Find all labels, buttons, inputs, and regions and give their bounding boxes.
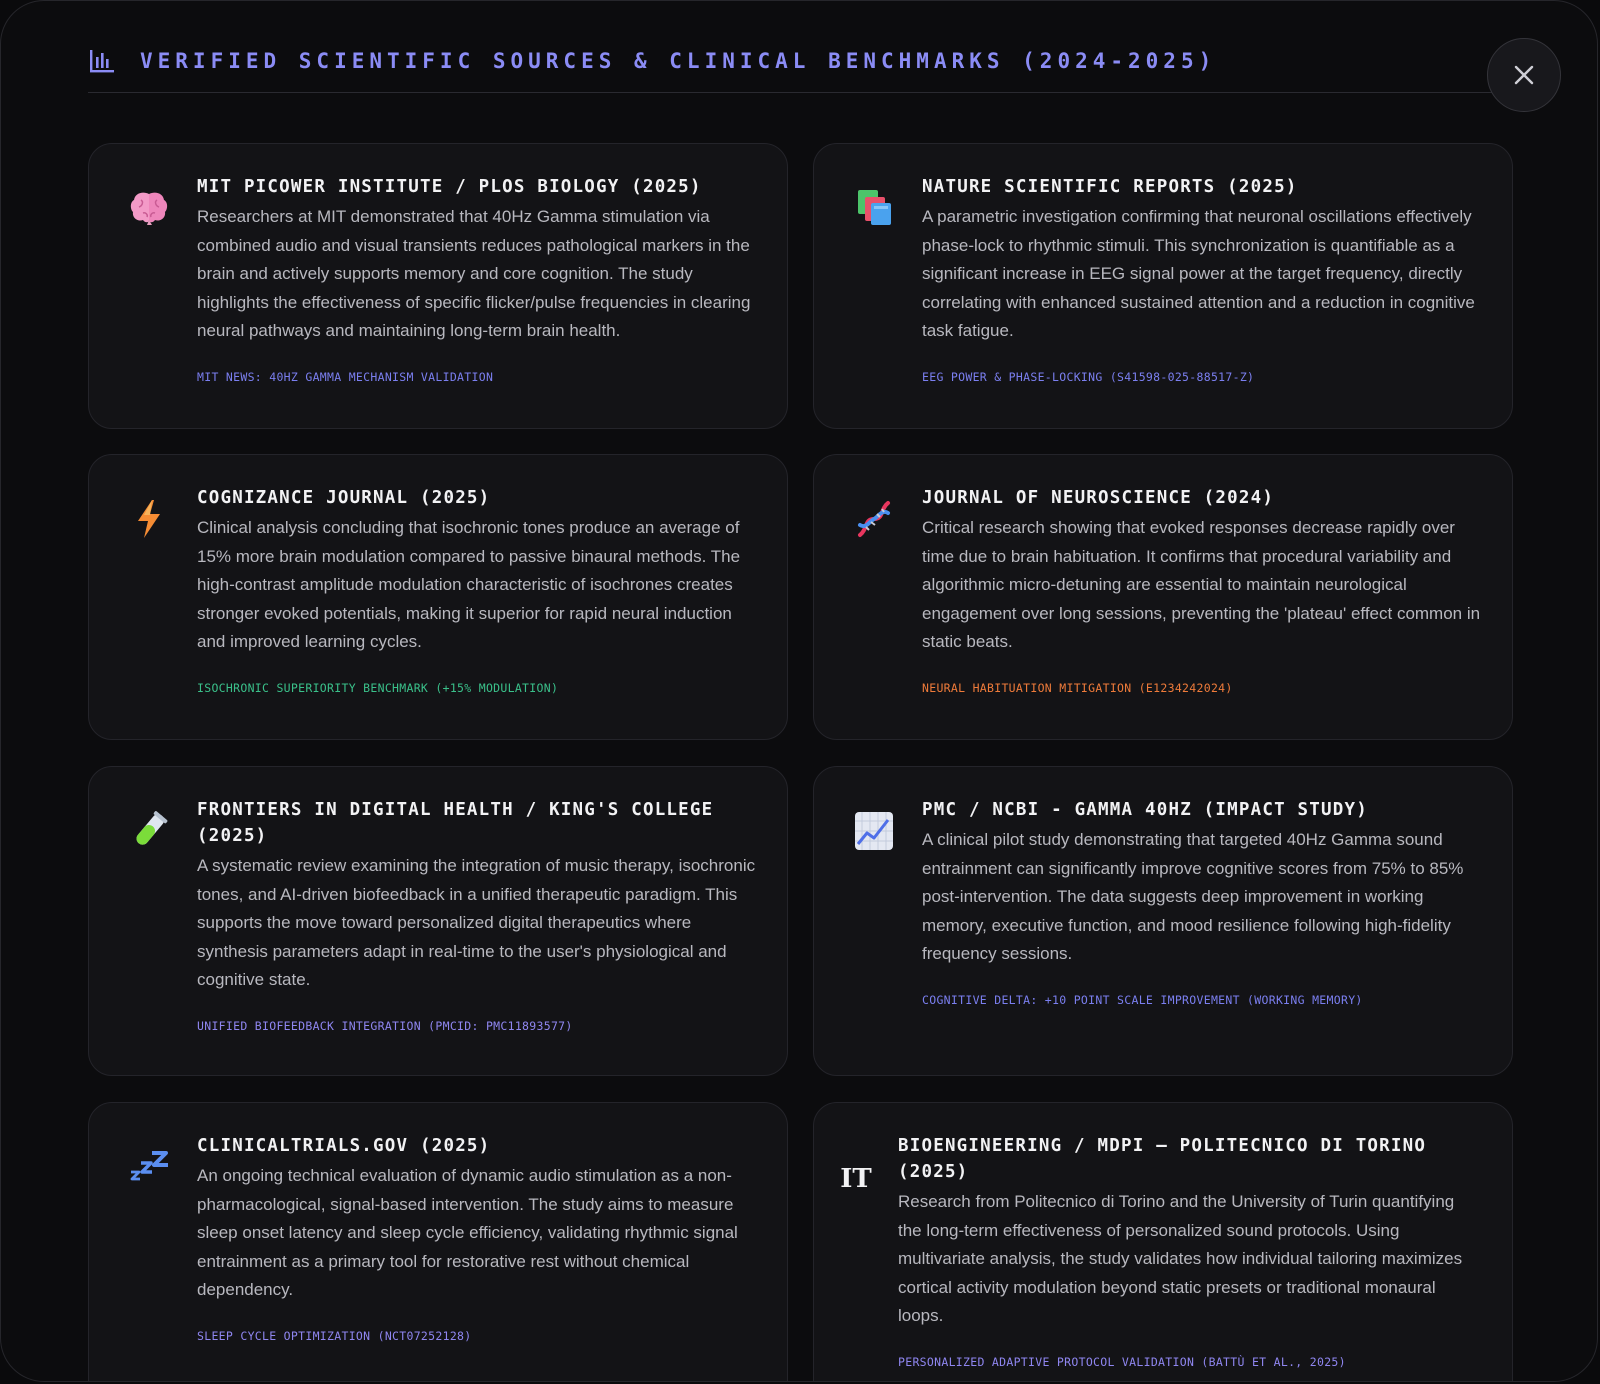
card-description: A clinical pilot study demonstrating tha…	[922, 830, 1464, 963]
close-button[interactable]	[1487, 38, 1561, 112]
modal-header: VERIFIED SCIENTIFIC SOURCES & CLINICAL B…	[88, 31, 1488, 91]
chart-increasing-icon	[852, 809, 896, 853]
card-description: Clinical analysis concluding that isochr…	[197, 518, 741, 651]
sources-modal: VERIFIED SCIENTIFIC SOURCES & CLINICAL B…	[0, 0, 1598, 1382]
card-title: PMC / NCBI - GAMMA 40HZ (IMPACT STUDY)	[922, 800, 1368, 820]
it-icon: IT	[840, 1164, 872, 1194]
source-card: IT BIOENGINEERING / MDPI — POLITECNICO D…	[813, 1102, 1513, 1381]
card-title: MIT PICOWER INSTITUTE / PLOS BIOLOGY (20…	[197, 177, 702, 197]
card-reference-tag: PERSONALIZED ADAPTIVE PROTOCOL VALIDATIO…	[898, 1354, 1346, 1369]
source-card: JOURNAL OF NEUROSCIENCE (2024) Critical …	[813, 454, 1513, 740]
card-reference-tag: UNIFIED BIOFEEDBACK INTEGRATION (PMCID: …	[197, 1018, 573, 1033]
card-description: Research from Politecnico di Torino and …	[898, 1192, 1463, 1325]
card-title: NATURE SCIENTIFIC REPORTS (2025)	[922, 177, 1298, 197]
source-card: CLINICALTRIALS.GOV (2025) An ongoing tec…	[88, 1102, 788, 1381]
card-title: BIOENGINEERING / MDPI — POLITECNICO DI T…	[898, 1136, 1427, 1182]
card-reference-tag: MIT NEWS: 40HZ GAMMA MECHANISM VALIDATIO…	[197, 369, 494, 384]
bar-chart-icon	[88, 46, 118, 76]
page-title: VERIFIED SCIENTIFIC SOURCES & CLINICAL B…	[140, 49, 1217, 73]
card-reference-tag: EEG POWER & PHASE-LOCKING (S41598-025-88…	[922, 369, 1255, 384]
card-description: An ongoing technical evaluation of dynam…	[197, 1166, 738, 1299]
card-reference-tag: SLEEP CYCLE OPTIMIZATION (NCT07252128)	[197, 1328, 472, 1343]
card-description: Researchers at MIT demonstrated that 40H…	[197, 207, 751, 340]
header-divider	[88, 92, 1498, 93]
lightning-icon	[127, 497, 171, 541]
card-reference-tag: NEURAL HABITUATION MITIGATION (E12342420…	[922, 680, 1233, 695]
card-title: COGNIZANCE JOURNAL (2025)	[197, 488, 491, 508]
source-card: NATURE SCIENTIFIC REPORTS (2025) A param…	[813, 143, 1513, 429]
card-title: JOURNAL OF NEUROSCIENCE (2024)	[922, 488, 1275, 508]
card-description: Critical research showing that evoked re…	[922, 518, 1481, 651]
test-tube-icon	[127, 809, 171, 853]
source-card: PMC / NCBI - GAMMA 40HZ (IMPACT STUDY) A…	[813, 766, 1513, 1076]
dna-icon	[852, 497, 896, 541]
source-card: MIT PICOWER INSTITUTE / PLOS BIOLOGY (20…	[88, 143, 788, 429]
brain-icon	[127, 186, 171, 230]
source-card: FRONTIERS IN DIGITAL HEALTH / KING'S COL…	[88, 766, 788, 1076]
books-icon	[852, 186, 896, 230]
source-card: COGNIZANCE JOURNAL (2025) Clinical analy…	[88, 454, 788, 740]
card-description: A systematic review examining the integr…	[197, 856, 756, 989]
close-icon	[1514, 65, 1534, 85]
card-title: CLINICALTRIALS.GOV (2025)	[197, 1136, 491, 1156]
card-reference-tag: COGNITIVE DELTA: +10 POINT SCALE IMPROVE…	[922, 992, 1363, 1007]
card-title: FRONTIERS IN DIGITAL HEALTH / KING'S COL…	[197, 800, 714, 846]
card-reference-tag: ISOCHRONIC SUPERIORITY BENCHMARK (+15% M…	[197, 680, 559, 695]
card-description: A parametric investigation confirming th…	[922, 207, 1475, 340]
zzz-icon	[127, 1145, 171, 1189]
